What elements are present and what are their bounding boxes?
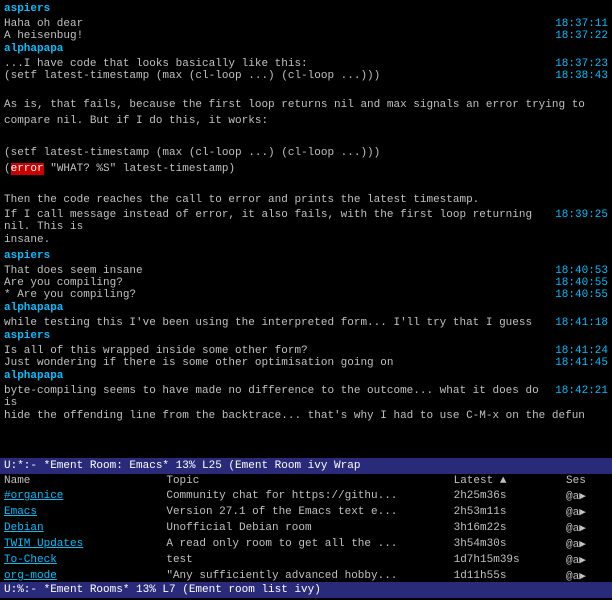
msg-text: Just wondering if there is some other op…	[4, 357, 547, 369]
room-latest: 1d11h55s	[450, 568, 562, 582]
msg-text: Are you compiling?	[4, 277, 547, 289]
table-row[interactable]: EmacsVersion 27.1 of the Emacs text e...…	[0, 504, 612, 520]
room-name[interactable]: org-mode	[0, 568, 162, 582]
room-session: @a▶	[562, 520, 612, 536]
code-error-line: (error "WHAT? %S" latest-timestamp)	[4, 163, 235, 175]
msg-text: If I call message instead of error, it a…	[4, 209, 547, 233]
room-session: @a▶	[562, 488, 612, 504]
msg-time: 18:40:55	[555, 289, 608, 301]
username-aspiers-1: aspiers	[4, 3, 50, 15]
room-session: @a▶	[562, 552, 612, 568]
room-topic: test	[162, 552, 449, 568]
username-aspiers-3: aspiers	[4, 330, 50, 342]
msg-time: 18:40:55	[555, 277, 608, 289]
room-topic: "Any sufficiently advanced hobby...	[162, 568, 449, 582]
room-name[interactable]: Emacs	[0, 504, 162, 520]
col-header-topic: Topic	[162, 474, 449, 488]
msg-time: 18:41:24	[555, 345, 608, 357]
msg-text: byte-compiling seems to have made no dif…	[4, 385, 547, 409]
msg-time: 18:39:25	[555, 209, 608, 221]
msg-text: while testing this I've been using the i…	[4, 317, 547, 329]
msg-text: Then the code reaches the call to error …	[4, 194, 479, 206]
room-latest: 3h16m22s	[450, 520, 562, 536]
room-latest: 2h53m11s	[450, 504, 562, 520]
msg-time: 18:38:43	[555, 70, 608, 82]
status-bar-bottom: U:%:- *Ement Rooms* 13% L7 (Ement room l…	[0, 582, 612, 598]
username-alphapapa-1: alphapapa	[4, 43, 63, 55]
room-list: Name Topic Latest ▲ Ses #organiceCommuni…	[0, 474, 612, 582]
msg-text: Is all of this wrapped inside some other…	[4, 345, 547, 357]
table-row[interactable]: DebianUnofficial Debian room3h16m22s@a▶	[0, 520, 612, 536]
room-session: @a▶	[562, 568, 612, 582]
msg-text: compare nil. But if I do this, it works:	[4, 115, 268, 127]
error-highlight: error	[11, 163, 44, 175]
msg-text: Haha oh dear	[4, 18, 547, 30]
username-alphapapa-3: alphapapa	[4, 370, 63, 382]
msg-time: 18:42:21	[555, 385, 608, 397]
room-topic: A read only room to get all the ...	[162, 536, 449, 552]
room-name[interactable]: To-Check	[0, 552, 162, 568]
username-aspiers-2: aspiers	[4, 250, 50, 262]
table-row[interactable]: To-Checktest1d7h15m39s@a▶	[0, 552, 612, 568]
room-session: @a▶	[562, 536, 612, 552]
code-line-2: (setf latest-timestamp (max (cl-loop ...…	[4, 147, 380, 159]
msg-text: ...I have code that looks basically like…	[4, 58, 547, 70]
code-line: (setf latest-timestamp (max (cl-loop ...…	[4, 70, 547, 82]
room-topic: Version 27.1 of the Emacs text e...	[162, 504, 449, 520]
msg-text: As is, that fails, because the first loo…	[4, 99, 585, 111]
status-bar-top: U:*:- *Ement Room: Emacs* 13% L25 (Ement…	[0, 458, 612, 474]
msg-time: 18:37:11	[555, 18, 608, 30]
table-header: Name Topic Latest ▲ Ses	[0, 474, 612, 488]
msg-text: * Are you compiling?	[4, 289, 547, 301]
room-session: @a▶	[562, 504, 612, 520]
msg-time: 18:41:45	[555, 357, 608, 369]
msg-time: 18:37:23	[555, 58, 608, 70]
table-row[interactable]: #organiceCommunity chat for https://gith…	[0, 488, 612, 504]
msg-text: hide the offending line from the backtra…	[4, 410, 585, 422]
room-name[interactable]: TWIM Updates	[0, 536, 162, 552]
room-topic: Unofficial Debian room	[162, 520, 449, 536]
table-row[interactable]: TWIM UpdatesA read only room to get all …	[0, 536, 612, 552]
username-alphapapa-2: alphapapa	[4, 302, 63, 314]
msg-text: insane.	[4, 234, 50, 246]
msg-text: A heisenbug!	[4, 30, 547, 42]
table-row[interactable]: org-mode"Any sufficiently advanced hobby…	[0, 568, 612, 582]
room-name[interactable]: Debian	[0, 520, 162, 536]
msg-time: 18:40:53	[555, 265, 608, 277]
room-latest: 1d7h15m39s	[450, 552, 562, 568]
bottom-status-text: U:%:- *Ement Rooms* 13% L7 (Ement room l…	[4, 584, 321, 596]
col-header-session: Ses	[562, 474, 612, 488]
col-header-name: Name	[0, 474, 162, 488]
room-latest: 3h54m30s	[450, 536, 562, 552]
room-topic: Community chat for https://githu...	[162, 488, 449, 504]
col-header-latest: Latest ▲	[450, 474, 562, 488]
chat-area: aspiers Haha oh dear 18:37:11 A heisenbug…	[0, 0, 612, 458]
msg-text: That does seem insane	[4, 265, 547, 277]
msg-time: 18:41:18	[555, 317, 608, 329]
msg-time: 18:37:22	[555, 30, 608, 42]
status-bar-text: U:*:- *Ement Room: Emacs* 13% L25 (Ement…	[4, 460, 360, 472]
room-latest: 2h25m36s	[450, 488, 562, 504]
room-name[interactable]: #organice	[0, 488, 162, 504]
